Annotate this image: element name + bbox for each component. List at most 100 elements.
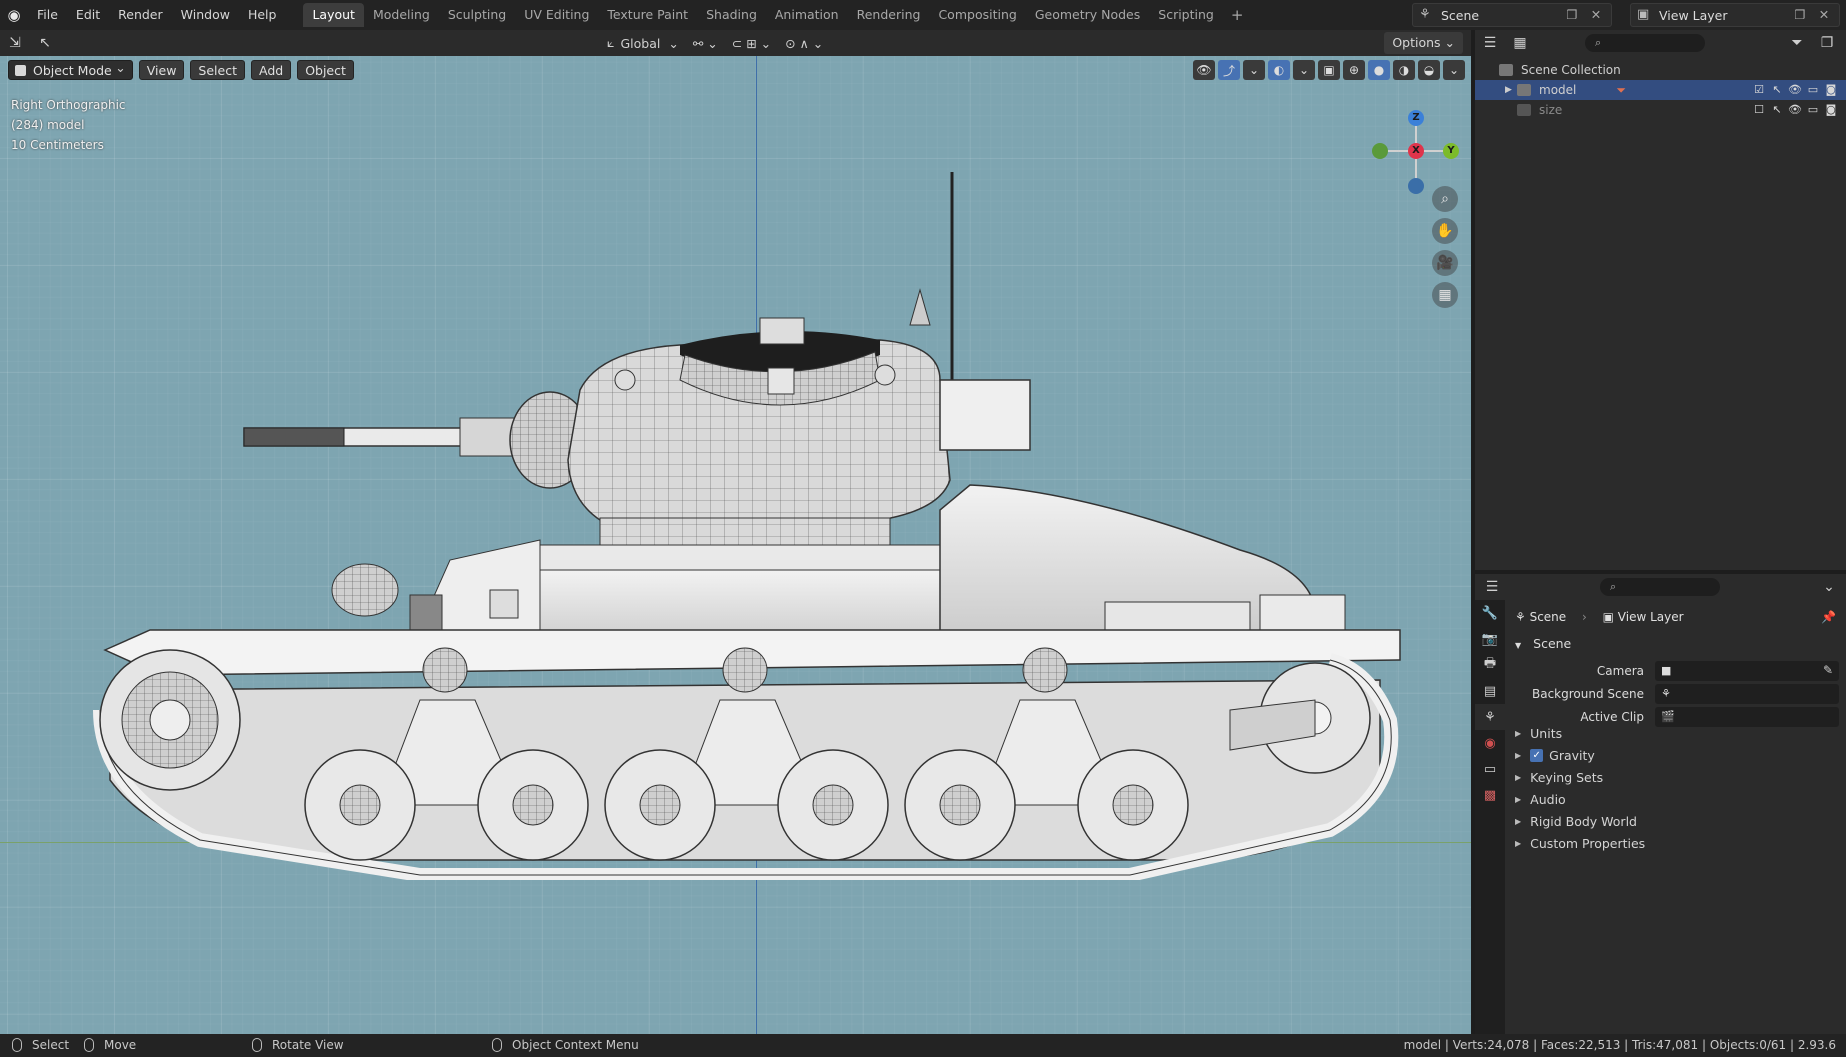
display-mode-icon[interactable]: ▦ xyxy=(1505,32,1535,54)
tab-sculpting[interactable]: Sculpting xyxy=(439,3,515,27)
mode-selector[interactable]: Object Mode xyxy=(8,58,133,80)
expand-arrow-icon[interactable]: ▶ xyxy=(1505,85,1517,95)
selectable-icon[interactable]: ↖ xyxy=(1768,103,1786,117)
filter-icon[interactable]: ⏷ xyxy=(1782,32,1812,54)
gravity-panel[interactable]: ▶ ✓ Gravity xyxy=(1515,748,1595,763)
add-workspace-button[interactable]: + xyxy=(1223,6,1252,24)
collection-tab-icon[interactable]: ▭ xyxy=(1475,756,1505,782)
zoom-icon[interactable]: ⌕ xyxy=(1432,186,1458,212)
scene-tab-icon[interactable]: ⚘ xyxy=(1475,704,1505,730)
editor-type-icon[interactable]: ☰ xyxy=(1477,576,1507,598)
chevron-down-icon[interactable]: ⌄ xyxy=(1443,60,1465,80)
menu-view[interactable]: View xyxy=(138,60,185,80)
render-camera-icon[interactable]: ◙ xyxy=(1822,83,1840,97)
collection-icon xyxy=(1517,84,1531,96)
texture-tab-icon[interactable]: ▩ xyxy=(1475,782,1505,808)
custom-properties-panel[interactable]: ▶ Custom Properties xyxy=(1515,836,1645,851)
scene-selector[interactable]: ⚘ Scene ❐ ✕ xyxy=(1412,3,1612,27)
output-tab-icon[interactable]: 🖶 xyxy=(1475,652,1505,678)
tab-texture-paint[interactable]: Texture Paint xyxy=(598,3,697,27)
menu-add[interactable]: Add xyxy=(250,60,292,80)
select-tool-icon[interactable]: ↖ xyxy=(30,32,60,54)
menu-select[interactable]: Select xyxy=(190,60,245,80)
tab-animation[interactable]: Animation xyxy=(766,3,848,27)
audio-panel[interactable]: ▶ Audio xyxy=(1515,792,1566,807)
snap-icon[interactable]: ⊂ ⊞ ⌄ xyxy=(725,32,778,54)
tab-rendering[interactable]: Rendering xyxy=(848,3,930,27)
render-camera-icon[interactable]: ◙ xyxy=(1822,103,1840,117)
editor-type-icon[interactable]: ⇲ xyxy=(0,32,30,54)
proportional-edit-icon[interactable]: ⊙ ∧ ⌄ xyxy=(778,32,830,54)
gizmo-z-axis[interactable]: Z xyxy=(1408,110,1424,126)
menu-window[interactable]: Window xyxy=(172,0,239,30)
close-icon[interactable]: ✕ xyxy=(1813,5,1835,25)
options-button[interactable]: Options ⌄ xyxy=(1384,32,1463,54)
chevron-down-icon[interactable]: ⌄ xyxy=(1243,60,1265,80)
expanded-arrow-icon: ▼ xyxy=(1515,641,1522,650)
outliner-root[interactable]: Scene Collection xyxy=(1475,60,1846,80)
tab-shading[interactable]: Shading xyxy=(697,3,766,27)
viewport-disable-icon[interactable]: ▭ xyxy=(1804,103,1822,117)
world-tab-icon[interactable]: ◉ xyxy=(1475,730,1505,756)
menu-render[interactable]: Render xyxy=(109,0,172,30)
eye-icon[interactable]: 👁 xyxy=(1786,103,1804,117)
tab-modeling[interactable]: Modeling xyxy=(364,3,439,27)
close-icon[interactable]: ✕ xyxy=(1585,5,1607,25)
gizmo-y-axis[interactable]: Y xyxy=(1443,143,1459,159)
wireframe-shading-icon[interactable]: ⊕ xyxy=(1343,60,1365,80)
tab-scripting[interactable]: Scripting xyxy=(1149,3,1223,27)
selectable-icon[interactable]: ↖ xyxy=(1768,83,1786,97)
tab-uv-editing[interactable]: UV Editing xyxy=(515,3,598,27)
camera-view-icon[interactable]: 🎥 xyxy=(1432,250,1458,276)
menu-object[interactable]: Object xyxy=(297,60,354,80)
tab-geometry-nodes[interactable]: Geometry Nodes xyxy=(1026,3,1149,27)
tab-compositing[interactable]: Compositing xyxy=(929,3,1025,27)
rigid-body-world-panel[interactable]: ▶ Rigid Body World xyxy=(1515,814,1637,829)
outliner-item-model[interactable]: ▶ model ⏷ ☑ ↖ 👁 ▭ ◙ xyxy=(1475,80,1846,100)
background-scene-field[interactable]: ⚘ xyxy=(1655,684,1839,704)
gizmo-toggle-icon[interactable]: ⤴ xyxy=(1218,60,1240,80)
editor-type-icon[interactable]: ☰ xyxy=(1475,32,1505,54)
tab-layout[interactable]: Layout xyxy=(303,3,364,27)
transform-orientation-select[interactable]: ⟀ Global ⌄ xyxy=(600,32,686,54)
properties-search-input[interactable]: ⌕ xyxy=(1600,578,1720,596)
rendered-shading-icon[interactable]: ◒ xyxy=(1418,60,1440,80)
new-view-layer-icon[interactable]: ❐ xyxy=(1789,5,1811,25)
camera-field[interactable]: ■ ✎ xyxy=(1655,661,1839,681)
checkbox-empty-icon[interactable]: ☐ xyxy=(1750,103,1768,117)
menu-help[interactable]: Help xyxy=(239,0,286,30)
units-panel[interactable]: ▶ Units xyxy=(1515,726,1562,741)
chevron-down-icon[interactable]: ⌄ xyxy=(1293,60,1315,80)
chevron-down-icon[interactable]: ⌄ xyxy=(1814,576,1844,598)
visibility-icon[interactable]: 👁 xyxy=(1193,60,1215,80)
menu-file[interactable]: File xyxy=(28,0,67,30)
tank-model[interactable] xyxy=(80,140,1420,880)
eye-icon[interactable]: 👁 xyxy=(1786,83,1804,97)
tool-tab-icon[interactable]: 🔧 xyxy=(1475,600,1505,626)
viewport-disable-icon[interactable]: ▭ xyxy=(1804,83,1822,97)
overlay-toggle-icon[interactable]: ◐ xyxy=(1268,60,1290,80)
render-tab-icon[interactable]: 📷 xyxy=(1475,626,1505,652)
keying-sets-panel[interactable]: ▶ Keying Sets xyxy=(1515,770,1603,785)
menu-edit[interactable]: Edit xyxy=(67,0,109,30)
xray-toggle-icon[interactable]: ▣ xyxy=(1318,60,1340,80)
pan-hand-icon[interactable]: ✋ xyxy=(1432,218,1458,244)
checkbox-icon[interactable]: ☑ xyxy=(1750,83,1768,97)
pivot-point-icon[interactable]: ⚯ ⌄ xyxy=(686,32,725,54)
view-layer-tab-icon[interactable]: ▤ xyxy=(1475,678,1505,704)
view-layer-selector[interactable]: ▣ View Layer ❐ ✕ xyxy=(1630,3,1840,27)
perspective-toggle-icon[interactable]: ▦ xyxy=(1432,282,1458,308)
new-scene-icon[interactable]: ❐ xyxy=(1561,5,1583,25)
solid-shading-icon[interactable]: ● xyxy=(1368,60,1390,80)
active-clip-field[interactable]: 🎬 xyxy=(1655,707,1839,727)
outliner-item-size[interactable]: size ☐ ↖ 👁 ▭ ◙ xyxy=(1475,100,1846,120)
outliner-search-input[interactable]: ⌕ xyxy=(1585,34,1705,52)
pin-icon[interactable]: 📌 xyxy=(1821,610,1836,624)
scene-panel-header[interactable]: ▼ Scene xyxy=(1515,636,1571,651)
blender-logo-icon[interactable]: ◉ xyxy=(0,0,28,30)
gravity-checkbox[interactable]: ✓ xyxy=(1530,749,1544,762)
3d-viewport[interactable]: ⇲ ↖ ⟀ Global ⌄ ⚯ ⌄ ⊂ ⊞ ⌄ ⊙ ∧ ⌄ Options ⌄… xyxy=(0,30,1471,1034)
eyedropper-icon[interactable]: ✎ xyxy=(1823,663,1833,677)
material-shading-icon[interactable]: ◑ xyxy=(1393,60,1415,80)
new-collection-icon[interactable]: ❐ xyxy=(1812,32,1842,54)
